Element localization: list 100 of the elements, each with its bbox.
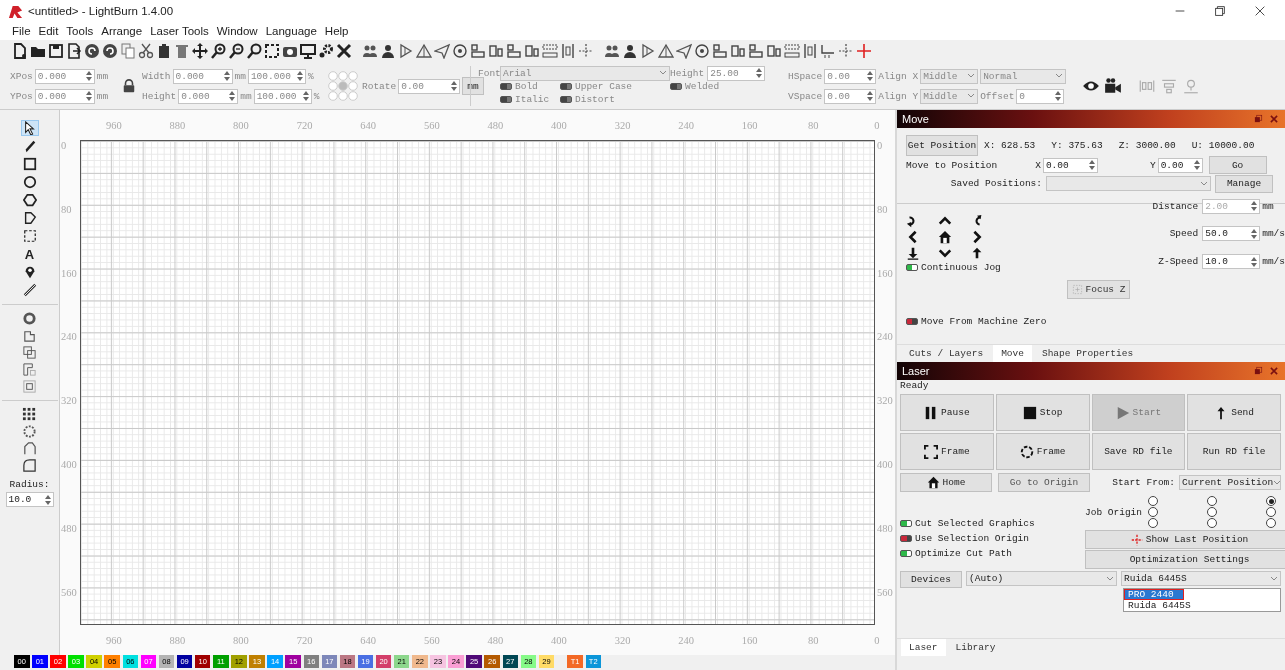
text-tool[interactable]: A [20, 246, 39, 262]
panel-tab[interactable]: Laser [901, 639, 946, 656]
anchor-point-radio[interactable] [338, 81, 348, 91]
anchor-point-radio[interactable] [348, 81, 358, 91]
go-button[interactable]: Go [1208, 156, 1267, 174]
paper-plane-icon[interactable] [676, 43, 692, 59]
move-x-field[interactable]: 0.00 [1042, 157, 1098, 173]
dropdown-caret-icon[interactable] [967, 93, 976, 99]
anchor-point-radio[interactable] [348, 91, 358, 101]
group-icon[interactable] [604, 43, 620, 59]
distribute-vertical-icon[interactable] [560, 43, 576, 59]
job-origin-radio[interactable] [1207, 518, 1217, 528]
distribute-vertical-icon[interactable] [802, 43, 818, 59]
flip-vertical-icon[interactable] [416, 43, 432, 59]
settings-icon[interactable] [318, 43, 334, 59]
laser-button[interactable]: Run RD file [1187, 433, 1281, 470]
dropdown-caret-icon[interactable] [1106, 575, 1114, 582]
panel-tab[interactable]: Move [993, 345, 1032, 362]
get-position-button[interactable]: Get Position [906, 134, 978, 156]
stop-icon[interactable] [1022, 405, 1037, 420]
dropdown-caret-icon[interactable] [1055, 73, 1064, 79]
height-scale-field[interactable]: 100.000 [253, 88, 312, 104]
toggle-switch[interactable] [500, 96, 512, 103]
boolean-union-icon[interactable] [22, 345, 37, 360]
menu-item[interactable]: Help [324, 25, 349, 37]
xpos-field[interactable]: 0.000 [34, 68, 95, 84]
spinner-arrows-icon[interactable] [85, 71, 92, 81]
job-origin-radio[interactable] [1148, 518, 1158, 528]
person-icon[interactable] [380, 43, 396, 59]
align-right-icon[interactable] [766, 43, 782, 59]
zoom-icon[interactable] [246, 43, 262, 59]
flip-vertical-icon[interactable] [658, 43, 674, 59]
align-bottom-icon[interactable] [730, 43, 746, 59]
job-origin-radio[interactable] [1207, 507, 1217, 517]
job-origin-radio[interactable] [1207, 496, 1217, 506]
zoom-in-icon[interactable] [210, 43, 226, 59]
go-to-origin-button[interactable]: Go to Origin [998, 473, 1090, 492]
zoom-frame-icon[interactable] [264, 43, 280, 59]
spinner-arrows-icon[interactable] [44, 494, 51, 505]
dock-corner-icon[interactable] [820, 43, 836, 59]
toggle-switch[interactable] [900, 535, 912, 542]
spinner-arrows-icon[interactable] [1251, 229, 1258, 239]
cut-icon[interactable] [138, 43, 154, 59]
crosshair-icon[interactable] [856, 43, 872, 59]
close-icon[interactable] [1269, 366, 1279, 376]
undo-icon[interactable] [84, 43, 100, 59]
corner-icon[interactable] [22, 458, 37, 473]
port-dropdown[interactable]: (Auto) [966, 571, 1117, 586]
video-camera-icon[interactable] [1104, 77, 1122, 95]
crosshair-icon[interactable] [1130, 533, 1143, 546]
save-icon[interactable] [48, 43, 64, 59]
job-origin-radio[interactable] [1266, 496, 1276, 506]
spinner-arrows-icon[interactable] [223, 71, 230, 81]
z-up-icon[interactable] [970, 246, 984, 260]
anchor-point-radio[interactable] [328, 91, 338, 101]
show-last-position-button[interactable]: Show Last Position [1085, 530, 1285, 549]
vspace-field[interactable]: 0.00 [824, 88, 877, 104]
text-height-field[interactable]: 25.00 [707, 65, 766, 81]
pause-button[interactable]: Pause [900, 394, 994, 431]
restore-icon[interactable] [1213, 4, 1227, 18]
start-from-dropdown[interactable]: Current Position [1179, 475, 1281, 490]
device-dropdown[interactable]: Ruida 6445S [1121, 571, 1281, 586]
lock-icon[interactable] [122, 79, 136, 93]
flip-horizontal-icon[interactable] [398, 43, 414, 59]
circle-frame-button[interactable]: Frame [995, 433, 1090, 470]
close-icon[interactable] [1269, 114, 1279, 124]
close-icon[interactable] [1253, 4, 1267, 18]
focus-z-button[interactable]: Focus Z [1066, 280, 1131, 299]
align-top-icon[interactable] [506, 43, 522, 59]
weld-icon[interactable] [22, 328, 37, 343]
align-top-icon[interactable] [748, 43, 764, 59]
menu-item[interactable]: File [12, 25, 31, 37]
zoom-out-icon[interactable] [228, 43, 244, 59]
toggle-switch[interactable] [900, 550, 912, 557]
toggle-switch[interactable] [560, 96, 572, 103]
move-y-field[interactable]: 0.00 [1157, 157, 1203, 173]
paste-icon[interactable] [156, 43, 172, 59]
devices-button[interactable]: Devices [900, 571, 962, 588]
dropdown-caret-icon[interactable] [659, 70, 667, 76]
delete-icon[interactable] [174, 43, 190, 59]
toggle-switch[interactable] [670, 83, 682, 90]
dropdown-option[interactable]: PRO 2440 [1124, 589, 1184, 600]
panel-tab[interactable]: Cuts / Layers [901, 345, 992, 362]
align-left-icon[interactable] [470, 43, 486, 59]
align-left-icon[interactable] [712, 43, 728, 59]
home-button[interactable]: Home [900, 473, 992, 492]
toggle-switch[interactable] [500, 83, 512, 90]
boolean-intersect-icon[interactable] [22, 379, 37, 394]
ypos-field[interactable]: 0.000 [34, 88, 95, 104]
spinner-arrows-icon[interactable] [1088, 160, 1095, 170]
menu-item[interactable]: Laser Tools [150, 25, 209, 37]
anchor-point-radio[interactable] [328, 71, 338, 81]
spinner-arrows-icon[interactable] [867, 71, 874, 81]
z-down-icon[interactable] [906, 246, 920, 260]
person-icon[interactable] [622, 43, 638, 59]
target-icon[interactable] [694, 43, 710, 59]
menu-item[interactable]: Tools [66, 25, 94, 37]
frame-icon[interactable] [924, 444, 939, 459]
laser-button[interactable]: Save RD file [1091, 433, 1186, 470]
offset-field[interactable]: 0 [1016, 88, 1065, 104]
